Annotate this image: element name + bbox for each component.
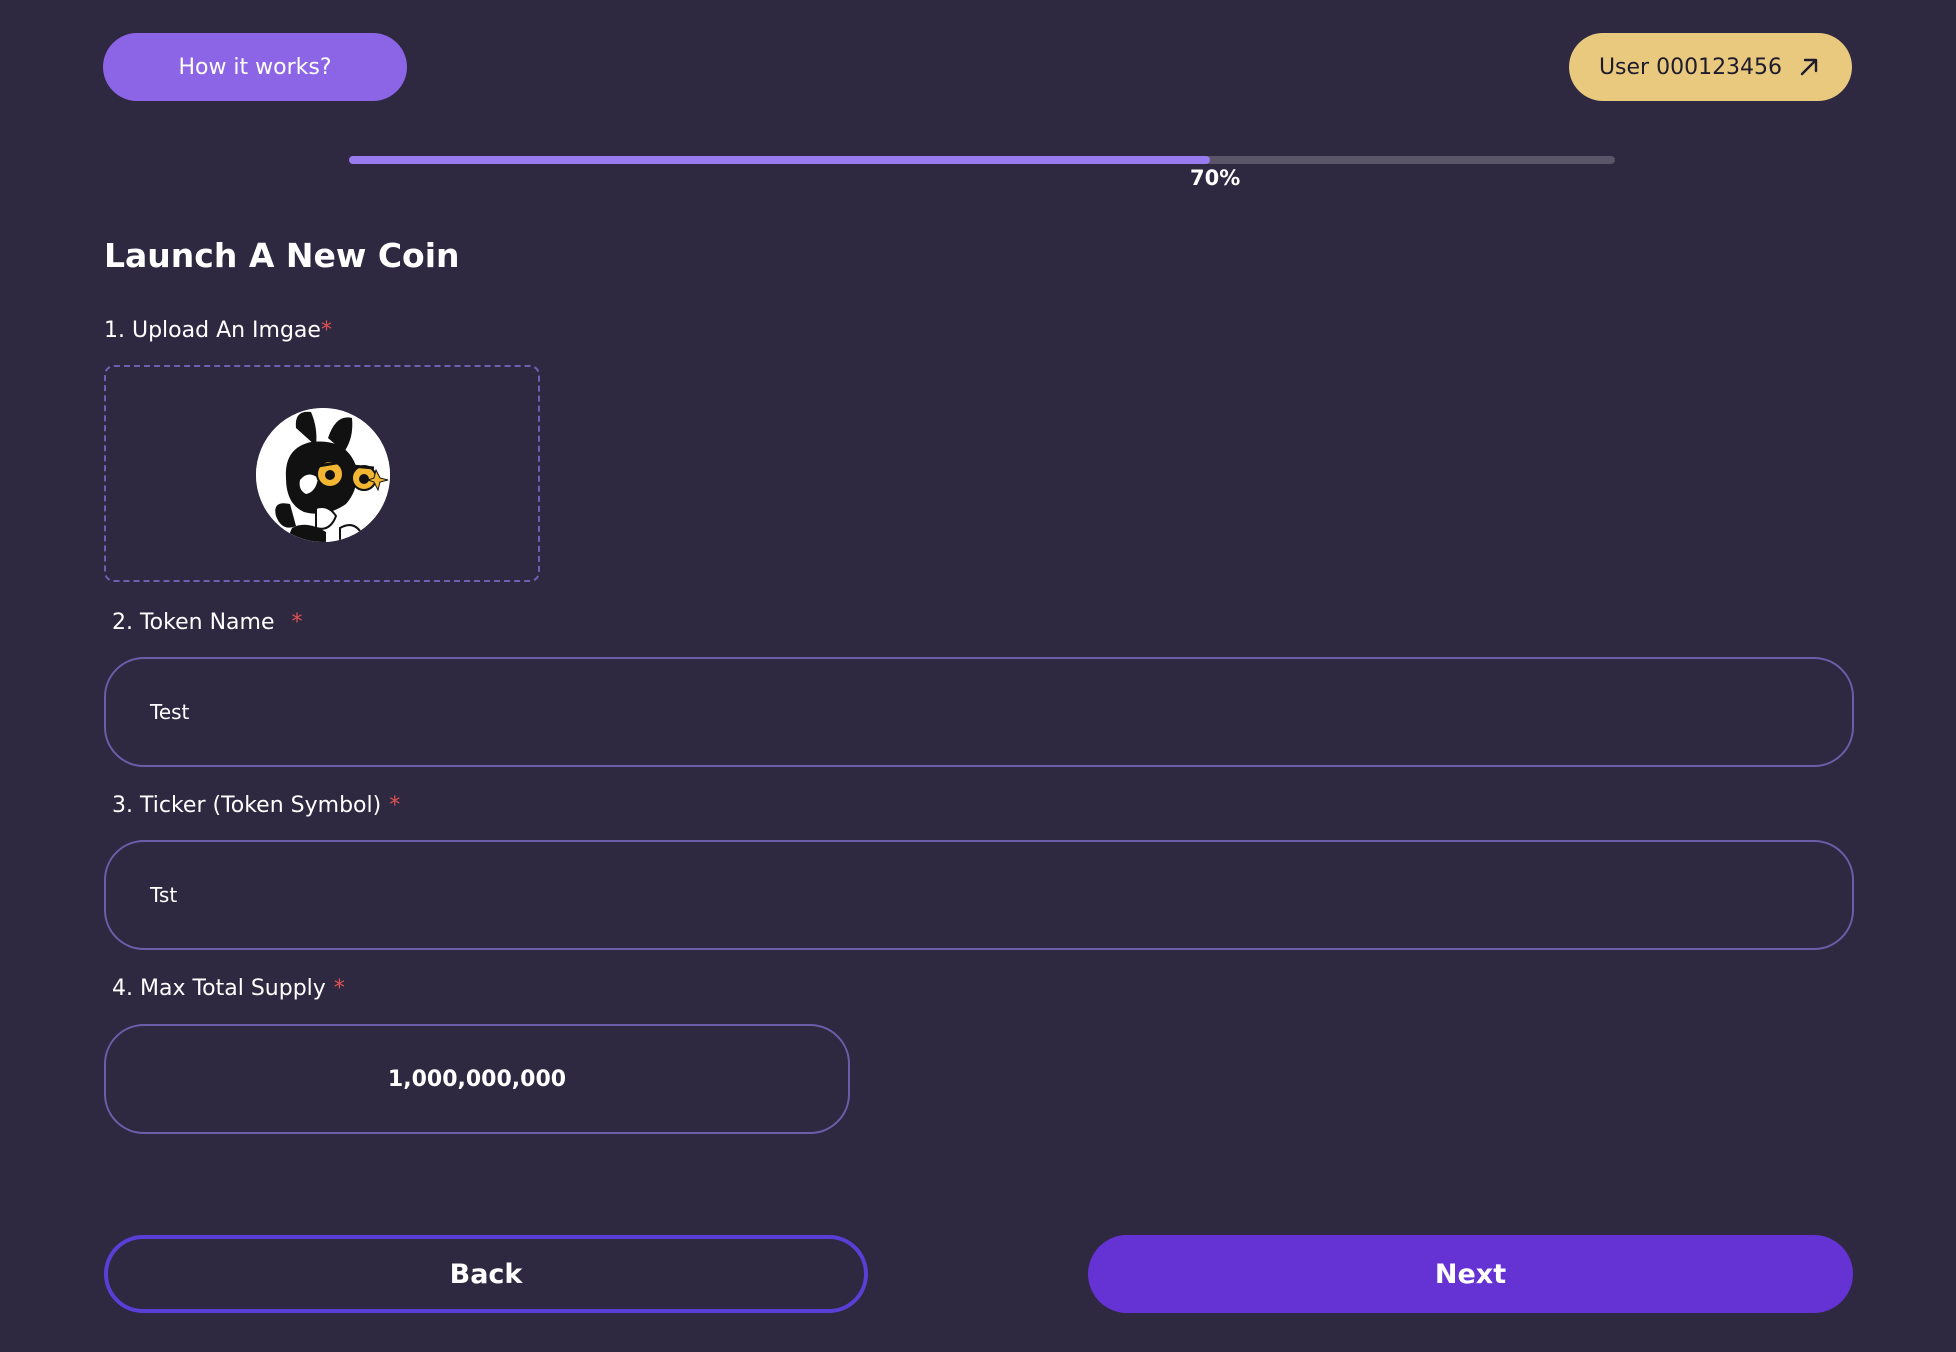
- upload-label: 1. Upload An Imgae*: [104, 318, 332, 343]
- page-title: Launch A New Coin: [104, 236, 460, 275]
- progress-fill: [349, 156, 1210, 164]
- max-supply-label: 4. Max Total Supply *: [112, 976, 345, 1001]
- max-supply-value: 1,000,000,000: [387, 1066, 567, 1092]
- arrow-up-right-icon: [1800, 58, 1818, 76]
- image-upload-dropzone[interactable]: [104, 365, 540, 582]
- max-supply-label-text: 4. Max Total Supply: [112, 976, 326, 1001]
- cat-avatar-image: [256, 408, 390, 542]
- ticker-label-text: 3. Ticker (Token Symbol): [112, 793, 382, 818]
- back-button[interactable]: Back: [104, 1235, 868, 1313]
- how-it-works-button[interactable]: How it works?: [103, 33, 407, 101]
- required-mark: *: [291, 610, 303, 635]
- ticker-input[interactable]: Tst: [104, 840, 1854, 950]
- max-supply-input[interactable]: 1,000,000,000: [104, 1024, 850, 1134]
- launch-coin-page: How it works? User 000123456 70% Launch …: [0, 0, 1956, 1352]
- next-button[interactable]: Next: [1088, 1235, 1853, 1313]
- token-name-label-text: 2. Token Name: [112, 610, 282, 635]
- user-label: User 000123456: [1598, 54, 1783, 80]
- progress-label: 70%: [1190, 166, 1241, 190]
- user-account-button[interactable]: User 000123456: [1569, 33, 1852, 101]
- progress-bar: [349, 156, 1615, 164]
- required-mark: *: [389, 793, 401, 818]
- token-name-value: Test: [150, 700, 190, 724]
- next-button-label: Next: [1434, 1258, 1507, 1290]
- token-name-label: 2. Token Name *: [112, 610, 302, 635]
- how-it-works-label: How it works?: [178, 54, 332, 80]
- token-name-input[interactable]: Test: [104, 657, 1854, 767]
- ticker-value: Tst: [150, 883, 178, 907]
- uploaded-image-preview: [256, 408, 390, 542]
- ticker-label: 3. Ticker (Token Symbol) *: [112, 793, 400, 818]
- back-button-label: Back: [449, 1258, 523, 1290]
- required-mark: *: [333, 976, 345, 1001]
- required-mark: *: [320, 318, 332, 343]
- upload-label-text: 1. Upload An Imgae: [104, 318, 321, 343]
